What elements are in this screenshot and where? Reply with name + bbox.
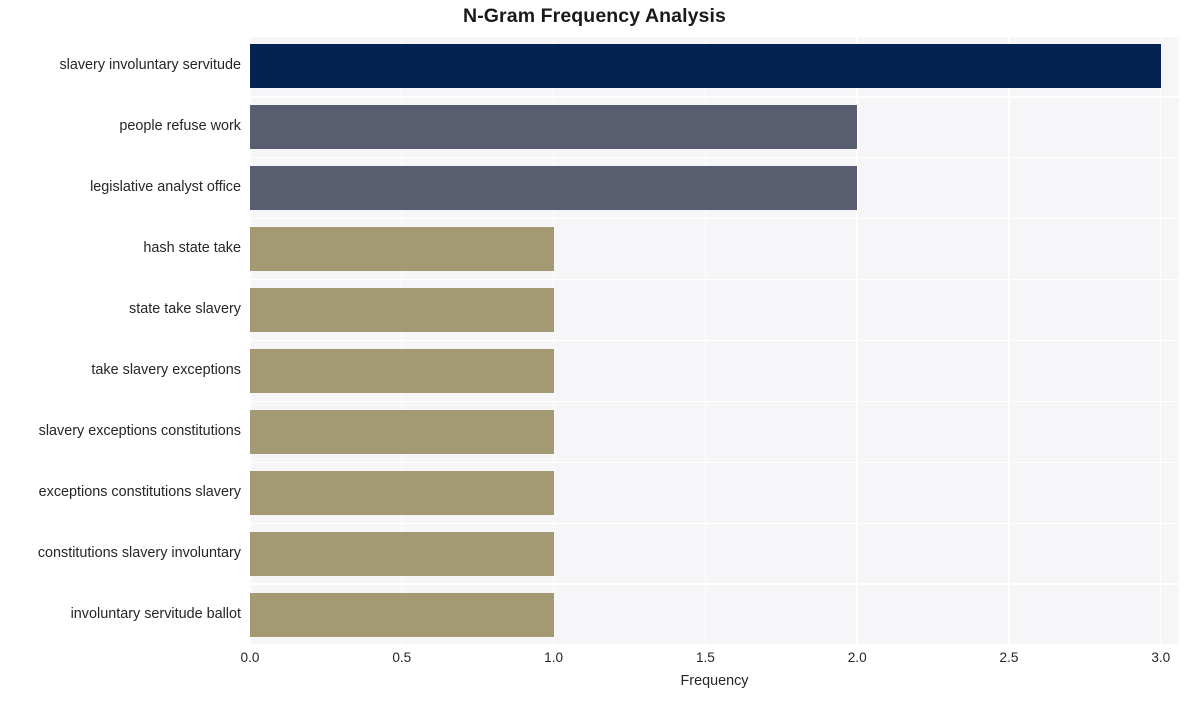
- bar: [250, 592, 554, 637]
- bar: [250, 105, 858, 150]
- y-axis-tick-label: involuntary servitude ballot: [70, 605, 241, 622]
- gridline-horizontal: [250, 522, 1179, 524]
- chart-title: N-Gram Frequency Analysis: [463, 5, 726, 27]
- gridline-horizontal: [250, 36, 1179, 37]
- bar: [250, 44, 1161, 89]
- bar: [250, 227, 554, 272]
- bar: [250, 166, 858, 211]
- gridline-horizontal: [250, 644, 1179, 645]
- y-axis-tick-label: slavery involuntary servitude: [59, 57, 241, 74]
- gridline-horizontal: [250, 583, 1179, 585]
- ngram-frequency-chart: N-Gram Frequency Analysis slavery involu…: [0, 0, 1189, 701]
- y-axis-tick-label: constitutions slavery involuntary: [37, 544, 241, 561]
- y-axis-tick-label: slavery exceptions constitutions: [38, 422, 241, 439]
- x-axis-label: Frequency: [680, 673, 749, 689]
- bar: [250, 409, 554, 454]
- y-axis-tick-label: state take slavery: [129, 301, 241, 318]
- plot-area: [250, 36, 1179, 645]
- y-axis-tick-label: legislative analyst office: [90, 179, 241, 196]
- x-axis-tick-label: 2.0: [847, 650, 867, 665]
- x-axis-tick-label: 1.5: [695, 650, 715, 665]
- x-axis-tick-label: 0.5: [392, 650, 412, 665]
- x-axis-tick-label: 3.0: [1151, 650, 1171, 665]
- bar: [250, 348, 554, 393]
- y-axis-tick-label: exceptions constitutions slavery: [38, 483, 241, 500]
- y-axis-tick-label: hash state take: [143, 240, 241, 257]
- bar: [250, 470, 554, 515]
- y-axis-tick-label: take slavery exceptions: [91, 361, 241, 378]
- gridline-horizontal: [250, 339, 1179, 342]
- bar: [250, 288, 554, 333]
- gridline-horizontal: [250, 400, 1179, 403]
- gridline-horizontal: [250, 96, 1179, 98]
- gridline-horizontal: [250, 157, 1179, 159]
- x-axis-tick-label: 2.5: [999, 650, 1019, 665]
- gridline-horizontal: [250, 461, 1179, 463]
- y-axis-tick-label: people refuse work: [119, 118, 241, 135]
- gridline-horizontal: [250, 278, 1179, 281]
- bar: [250, 531, 554, 576]
- gridline-horizontal: [250, 218, 1179, 220]
- x-axis-tick-label: 0.0: [240, 650, 260, 665]
- x-axis-tick-label: 1.0: [544, 650, 564, 665]
